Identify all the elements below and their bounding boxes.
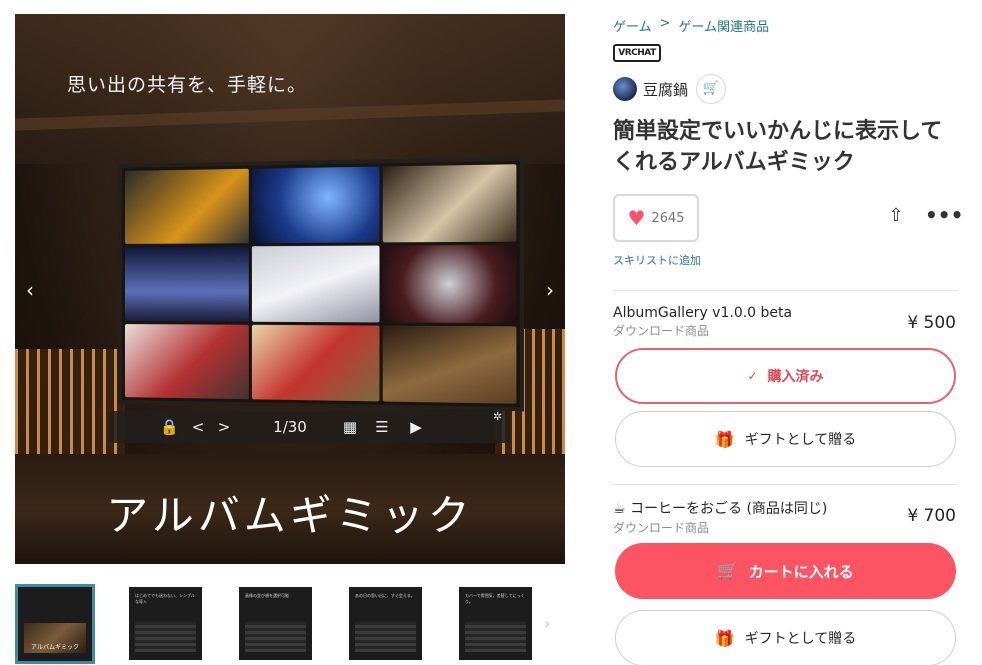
purchased-label: 購入済み: [767, 369, 824, 385]
divider: [613, 290, 958, 291]
gift-label: ギフトとして贈る: [744, 631, 857, 647]
breadcrumb-item-game[interactable]: ゲーム: [613, 16, 652, 35]
chevron-left-icon[interactable]: ‹: [18, 278, 42, 302]
purchased-button[interactable]: ✓ 購入済み: [615, 348, 956, 404]
like-button[interactable]: ♥ 2645: [613, 194, 699, 242]
add-to-cart-button[interactable]: 🛒 カートに入れる: [615, 543, 956, 599]
hero-tagline: 思い出の共有を、手軽に。: [67, 74, 308, 96]
variant-type: ダウンロード商品: [613, 521, 710, 535]
album-back-icon: <: [191, 418, 205, 436]
like-count: 2645: [651, 210, 685, 226]
product-page: 思い出の共有を、手軽に。 🔒 < > 1/30 ▦ ☰ ▶ ✲ アルバムギミック…: [0, 0, 982, 665]
album-control-bar: 🔒 < > 1/30 ▦ ☰ ▶: [110, 411, 510, 443]
thumbnail-caption: アルバムギミック: [31, 644, 79, 651]
album-photo: [124, 246, 249, 322]
thumbnail-3[interactable]: 画像の並び順を選択可能: [239, 587, 312, 660]
product-title: 簡単設定でいいかんじに表示してくれるアルバムギミック: [613, 119, 943, 175]
variant-1: AlbumGallery v1.0.0 beta ダウンロード商品 ¥ 500: [613, 305, 958, 339]
album-photo: [383, 164, 517, 243]
cart-icon: 🛒: [717, 561, 739, 581]
thumbnail-image: [465, 622, 526, 652]
gift-icon: 🎁: [714, 429, 735, 449]
product-hero-image: 思い出の共有を、手軽に。 🔒 < > 1/30 ▦ ☰ ▶ ✲ アルバムギミック…: [15, 14, 565, 564]
gift-button[interactable]: 🎁 ギフトとして贈る: [615, 610, 956, 665]
breadcrumb-item-game-goods[interactable]: ゲーム関連商品: [679, 16, 770, 35]
hero-title: アルバムギミック: [106, 491, 474, 540]
variant-2: ☕ コーヒーをおごる (商品は同じ) ダウンロード商品 ¥ 700: [613, 498, 958, 536]
breadcrumb: ゲーム > ゲーム関連商品: [613, 16, 769, 35]
album-photo: [251, 324, 380, 402]
album-grid: [118, 156, 525, 412]
thumbnail-1[interactable]: アルバムギミック: [15, 584, 95, 664]
variant-price: ¥ 700: [907, 506, 956, 526]
calendar-icon: ▦: [342, 418, 358, 436]
thumbnail-image: [135, 622, 196, 652]
sliders-icon: ☰: [375, 418, 389, 436]
thumbnail-5[interactable]: カバーで雰囲気、差替してにっくり。: [459, 587, 532, 660]
thumbnail-caption: カバーで雰囲気、差替してにっくり。: [465, 593, 525, 604]
lock-icon: 🔒: [160, 418, 179, 436]
chevron-right-icon[interactable]: ›: [544, 614, 550, 633]
album-photo: [383, 325, 517, 404]
thumbnail-image: [355, 622, 416, 652]
chevron-right-icon[interactable]: ›: [538, 278, 562, 302]
album-photo: [383, 245, 517, 323]
thumbnail-2[interactable]: はじめてでも迷わない、シンプルな導入: [129, 587, 202, 660]
heart-icon: ♥: [627, 206, 646, 230]
add-to-cart-label: カートに入れる: [748, 562, 854, 581]
variant-price: ¥ 500: [907, 313, 956, 333]
shop-cart-icon[interactable]: 🛒: [696, 74, 727, 104]
thumbnail-caption: はじめてでも迷わない、シンプルな導入: [135, 593, 195, 604]
variant-type: ダウンロード商品: [613, 324, 710, 338]
album-photo: [124, 323, 249, 400]
more-icon[interactable]: •••: [925, 203, 963, 227]
play-icon: ▶: [410, 418, 422, 436]
gift-label: ギフトとして贈る: [744, 432, 857, 448]
gift-icon: 🎁: [714, 628, 735, 648]
check-icon: ✓: [747, 369, 758, 383]
vrchat-badge[interactable]: VRCHAT: [613, 44, 661, 62]
chevron-right-icon: >: [659, 16, 671, 31]
shop-info: 豆腐鍋 🛒: [613, 74, 727, 104]
shop-name[interactable]: 豆腐鍋: [643, 79, 688, 100]
hero-slats-left: [15, 349, 125, 459]
gift-button[interactable]: 🎁 ギフトとして贈る: [615, 411, 956, 467]
thumbnail-4[interactable]: あの日の思い出に、すぐ会える。: [349, 587, 422, 660]
album-photo: [124, 168, 249, 245]
thumbnail-image: [245, 622, 306, 652]
thumbnail-strip: アルバムギミック はじめてでも迷わない、シンプルな導入 画像の並び順を選択可能 …: [15, 584, 565, 665]
wishlist-link[interactable]: スキリストに追加: [613, 252, 701, 268]
thumbnail-caption: あの日の思い出に、すぐ会える。: [355, 593, 415, 598]
album-forward-icon: >: [217, 418, 231, 436]
album-photo: [251, 245, 380, 323]
thumbnail-caption: 画像の並び順を選択可能: [245, 593, 289, 598]
album-counter: 1/30: [273, 418, 307, 436]
gear-icon: ✲: [493, 410, 503, 423]
album-photo: [251, 166, 380, 244]
share-icon[interactable]: ⇧: [885, 205, 907, 229]
divider: [613, 484, 958, 485]
shop-avatar[interactable]: [613, 77, 637, 101]
variant-name: AlbumGallery v1.0.0 beta: [613, 305, 793, 321]
variant-name: ☕ コーヒーをおごる (商品は同じ): [613, 501, 828, 517]
